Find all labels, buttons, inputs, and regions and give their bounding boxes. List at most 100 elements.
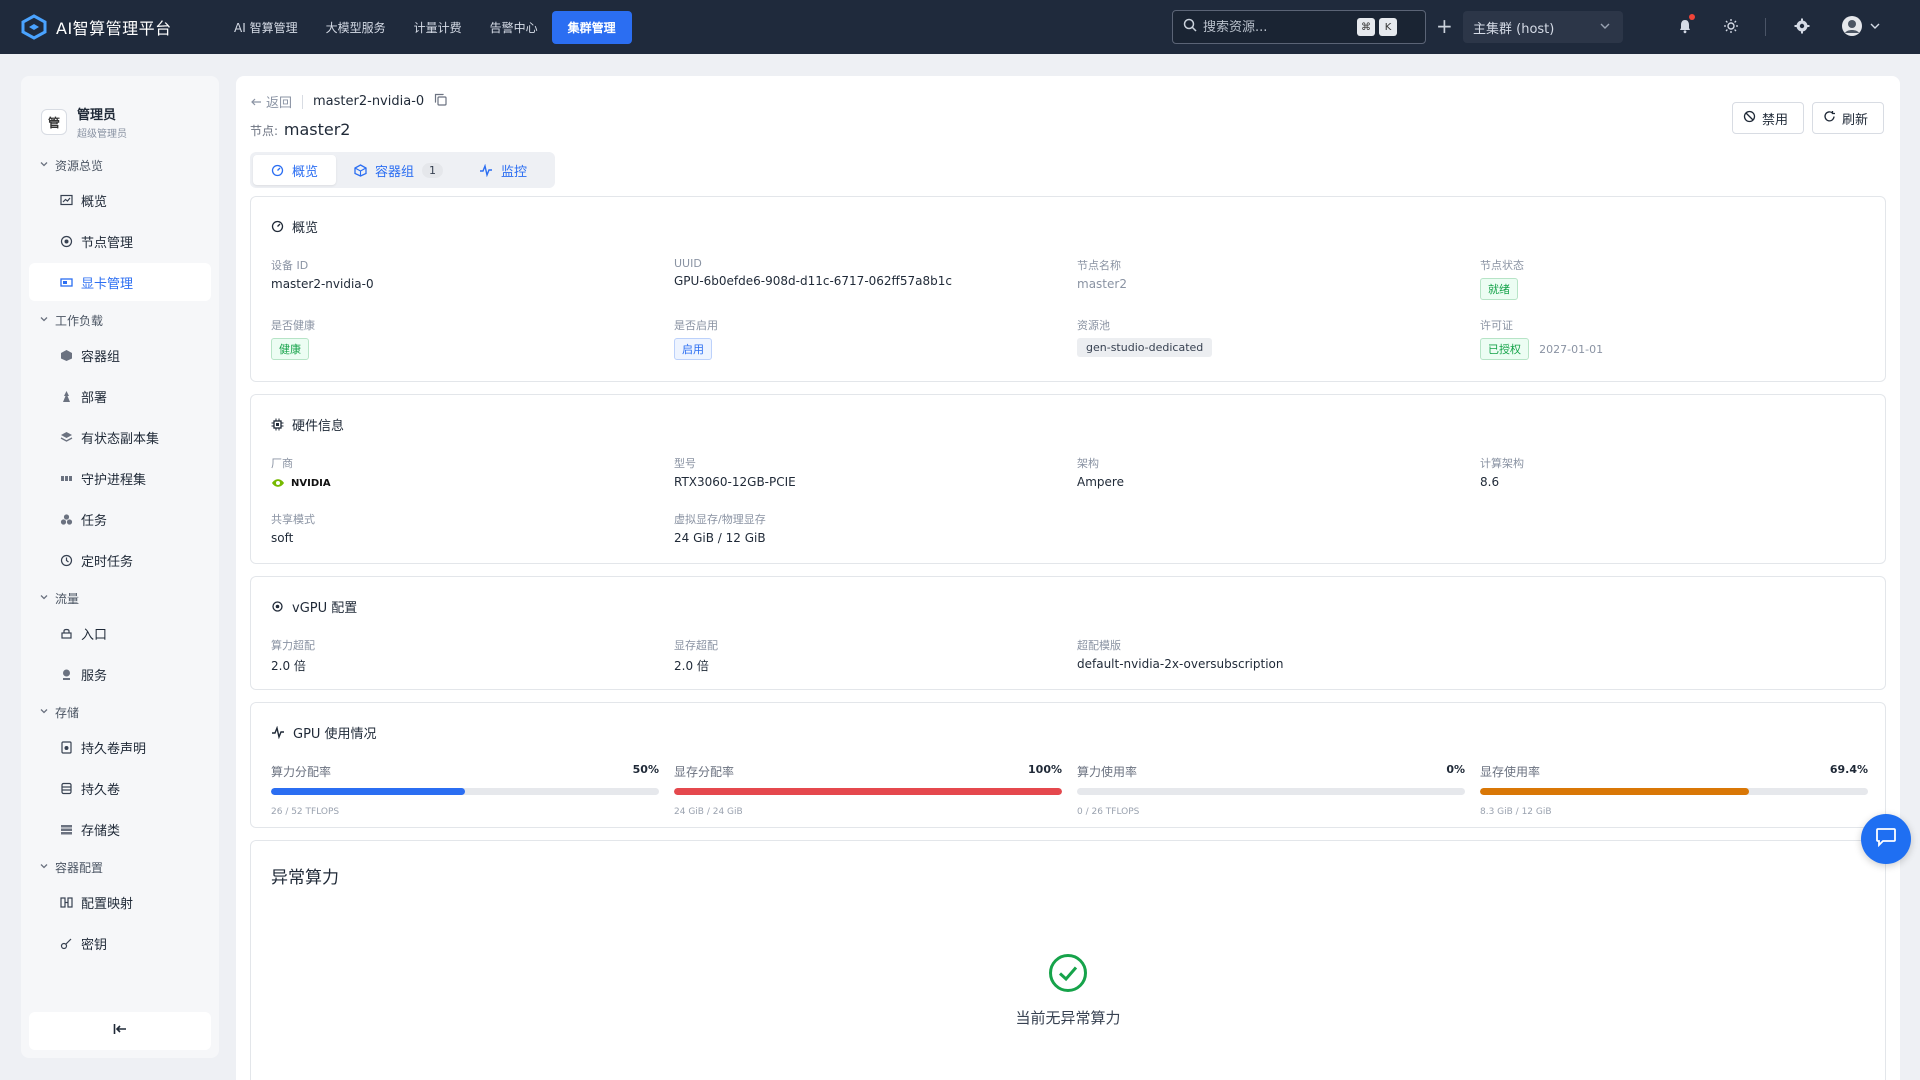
pvc-icon bbox=[59, 740, 73, 754]
field-label: 虚拟显存/物理显存 bbox=[674, 513, 766, 526]
tab-overview[interactable]: 概览 bbox=[253, 155, 337, 185]
field-share-mode: 共享模式 soft bbox=[271, 511, 315, 545]
field-label: 型号 bbox=[674, 457, 696, 470]
node-label: 节点: bbox=[250, 124, 279, 138]
progress-bar bbox=[271, 788, 659, 795]
field-value: soft bbox=[271, 531, 294, 545]
notification-dot bbox=[1689, 14, 1695, 20]
chevron-down-icon bbox=[39, 860, 49, 874]
sidebar-item-label: 存储类 bbox=[81, 823, 121, 839]
sidebar-item-label: 配置映射 bbox=[81, 896, 134, 912]
sidebar-item-label: 容器组 bbox=[81, 349, 121, 365]
sidebar-item-label: 概览 bbox=[81, 194, 108, 210]
tab-label: 监控 bbox=[501, 164, 528, 180]
bell-icon[interactable] bbox=[1674, 14, 1696, 37]
field-label: 设备 ID bbox=[271, 259, 309, 272]
topnav-billing[interactable]: 计量计费 bbox=[400, 11, 476, 44]
card-title-text: 概览 bbox=[292, 221, 319, 236]
vendor-text: NVIDIA bbox=[291, 477, 331, 489]
topnav-alerts[interactable]: 告警中心 bbox=[476, 11, 552, 44]
sidebar-item-pods[interactable]: 容器组 bbox=[29, 336, 211, 374]
search-input[interactable] bbox=[1203, 19, 1353, 35]
sidebar-collapse-button[interactable] bbox=[29, 1012, 211, 1050]
sidebar-item-node-management[interactable]: 节点管理 bbox=[29, 222, 211, 260]
card-title-text: 硬件信息 bbox=[292, 419, 345, 434]
sidebar-item-gpu-management[interactable]: 显卡管理 bbox=[29, 263, 211, 301]
tab-monitoring[interactable]: 监控 bbox=[461, 155, 545, 185]
user-name: 管理员 bbox=[77, 108, 117, 123]
field-label: 架构 bbox=[1077, 457, 1099, 470]
sidebar-item-storageclass[interactable]: 存储类 bbox=[29, 810, 211, 848]
field-model: 型号 RTX3060-12GB-PCIE bbox=[674, 455, 796, 489]
ban-icon bbox=[1743, 110, 1756, 127]
field-value: GPU-6b0efde6-908d-d11c-6717-062ff57a8b1c bbox=[674, 274, 952, 288]
hardware-card: 硬件信息 厂商 NVIDIA 型号 RTX3060-12GB-PCIE 架构 A… bbox=[250, 394, 1886, 564]
collapse-left-icon bbox=[113, 1023, 127, 1039]
sidebar-item-pv[interactable]: 持久卷 bbox=[29, 769, 211, 807]
topnav-llm-service[interactable]: 大模型服务 bbox=[312, 11, 400, 44]
user-avatar-menu[interactable] bbox=[1841, 15, 1881, 37]
cluster-select[interactable]: 主集群 (host) bbox=[1463, 11, 1623, 43]
nvidia-eye-icon bbox=[272, 479, 284, 487]
tab-pods[interactable]: 容器组 1 bbox=[336, 155, 461, 185]
disable-button[interactable]: 禁用 bbox=[1732, 102, 1804, 134]
sidebar-item-cronjobs[interactable]: 定时任务 bbox=[29, 541, 211, 579]
license-badge: 已授权 bbox=[1480, 338, 1529, 360]
sidebar-item-secrets[interactable]: 密钥 bbox=[29, 924, 211, 962]
group-title-label: 容器配置 bbox=[55, 860, 104, 875]
sidebar-item-pvc[interactable]: 持久卷声明 bbox=[29, 728, 211, 766]
sidebar-item-label: 入口 bbox=[81, 627, 108, 643]
back-link[interactable]: 返回 bbox=[250, 92, 292, 111]
back-label: 返回 bbox=[266, 96, 293, 111]
group-title-label: 工作负载 bbox=[55, 313, 104, 328]
app-logo[interactable]: AI智算管理平台 bbox=[20, 13, 210, 41]
chevron-down-icon bbox=[1599, 20, 1611, 36]
copy-icon[interactable] bbox=[434, 93, 447, 110]
field-label: 节点名称 bbox=[1077, 259, 1121, 272]
nav-group-traffic: 流量 入口 服务 bbox=[21, 585, 219, 693]
card-title-text: vGPU 配置 bbox=[292, 601, 358, 616]
sidebar-item-ingress[interactable]: 入口 bbox=[29, 614, 211, 652]
chevron-down-icon bbox=[39, 158, 49, 172]
group-toggle-container-config[interactable]: 容器配置 bbox=[21, 854, 219, 880]
search-icon bbox=[1183, 18, 1197, 36]
sidebar-item-services[interactable]: 服务 bbox=[29, 655, 211, 693]
refresh-icon bbox=[1823, 110, 1836, 127]
sidebar-item-label: 持久卷 bbox=[81, 782, 121, 798]
field-label: 是否启用 bbox=[674, 319, 718, 332]
refresh-button[interactable]: 刷新 bbox=[1812, 102, 1884, 134]
field-label: 计算架构 bbox=[1480, 457, 1524, 470]
field-compute-oversub: 算力超配 2.0 倍 bbox=[271, 637, 315, 674]
topnav-cluster-management[interactable]: 集群管理 bbox=[551, 10, 632, 44]
sidebar-item-deployments[interactable]: 部署 bbox=[29, 377, 211, 415]
nav-group-storage: 存储 持久卷声明 持久卷 存储类 bbox=[21, 699, 219, 848]
tab-bar: 概览 容器组 1 监控 bbox=[250, 152, 555, 188]
field-node-status: 节点状态 就绪 bbox=[1480, 257, 1524, 300]
sidebar-item-overview[interactable]: 概览 bbox=[29, 181, 211, 219]
chat-icon bbox=[1875, 827, 1897, 851]
sidebar-item-jobs[interactable]: 任务 bbox=[29, 500, 211, 538]
overview-card: 概览 设备 ID master2-nvidia-0 UUID GPU-6b0ef… bbox=[250, 196, 1886, 382]
usage-detail: 0 / 26 TFLOPS bbox=[1077, 807, 1140, 817]
sidebar-item-configmaps[interactable]: 配置映射 bbox=[29, 883, 211, 921]
user-profile[interactable]: 管 管理员 超级管理员 bbox=[21, 76, 219, 146]
node-icon bbox=[59, 234, 73, 248]
activity-icon bbox=[479, 163, 493, 177]
add-icon[interactable]: + bbox=[1436, 15, 1453, 37]
sidebar-item-daemonsets[interactable]: 守护进程集 bbox=[29, 459, 211, 497]
gear-icon[interactable] bbox=[1791, 15, 1813, 37]
search-box[interactable]: ⌘ K bbox=[1172, 10, 1426, 44]
group-toggle-workloads[interactable]: 工作负载 bbox=[21, 307, 219, 333]
topnav-ai-compute[interactable]: AI 智算管理 bbox=[220, 11, 312, 44]
progress-bar bbox=[1077, 788, 1465, 795]
sidebar-item-statefulsets[interactable]: 有状态副本集 bbox=[29, 418, 211, 456]
hardware-title: 硬件信息 bbox=[271, 415, 344, 434]
group-toggle-storage[interactable]: 存储 bbox=[21, 699, 219, 725]
group-toggle-traffic[interactable]: 流量 bbox=[21, 585, 219, 611]
field-label: 共享模式 bbox=[271, 513, 315, 526]
sidebar-item-label: 节点管理 bbox=[81, 235, 134, 251]
settings-icon bbox=[271, 600, 284, 613]
theme-icon[interactable] bbox=[1720, 15, 1742, 37]
group-toggle-resource-overview[interactable]: 资源总览 bbox=[21, 152, 219, 178]
chat-button[interactable] bbox=[1861, 814, 1911, 864]
